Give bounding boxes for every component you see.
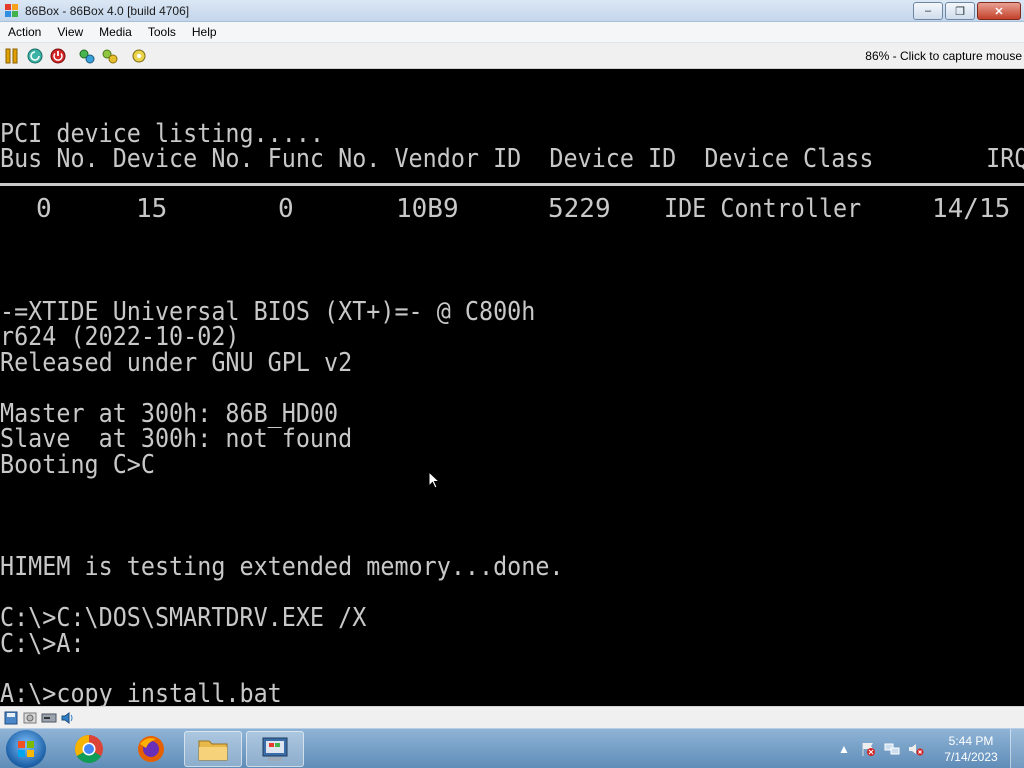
pci-table-header: Bus No. Device No. Func No. Vendor ID De…	[0, 144, 1024, 174]
copy-command-line: A:\>copy install.bat	[0, 679, 282, 706]
windows-logo-icon	[18, 741, 34, 757]
start-button[interactable]	[6, 730, 46, 768]
restore-button[interactable]: ❐	[945, 2, 975, 20]
ctrl-alt-del-button[interactable]	[76, 45, 98, 67]
power-icon	[50, 48, 66, 63]
pci-vendor-id: 10B9	[396, 194, 459, 224]
chrome-icon	[75, 735, 103, 763]
hard-disk-icon[interactable]	[41, 710, 57, 726]
action-center-flag-icon[interactable]	[859, 740, 877, 758]
menu-action[interactable]: Action	[0, 25, 49, 39]
pause-icon	[5, 48, 18, 63]
ctrl-alt-esc-button[interactable]	[99, 45, 121, 67]
reset-icon	[27, 48, 43, 63]
pci-table-divider	[0, 183, 1024, 186]
pci-device-id: 5229	[548, 194, 611, 224]
menu-tools[interactable]: Tools	[140, 25, 184, 39]
close-button[interactable]: ✕	[977, 2, 1021, 20]
pci-bus-no: 0	[36, 194, 52, 224]
taskbar-86box[interactable]	[246, 731, 304, 767]
minimize-button[interactable]: –	[913, 2, 943, 20]
himem-line: HIMEM is testing extended memory...done.	[0, 552, 564, 582]
hard-reset-button[interactable]	[24, 45, 46, 67]
86box-app-icon	[5, 3, 19, 18]
pause-button[interactable]	[1, 45, 23, 67]
show-desktop-button[interactable]	[1010, 729, 1024, 768]
pci-device-no: 15	[136, 194, 168, 224]
window-title: 86Box - 86Box 4.0 [build 4706]	[25, 3, 190, 18]
clock-date: 7/14/2023	[944, 750, 998, 764]
mouse-pointer-icon	[428, 471, 440, 489]
show-hidden-icons-button[interactable]: ▲	[835, 740, 853, 758]
taskbar-clock[interactable]: 5:44 PM 7/14/2023	[932, 733, 1010, 765]
settings-gears-icon	[79, 49, 95, 63]
booting-line: Booting C>C	[0, 450, 155, 480]
toolbar: 86% - Click to capture mouse	[0, 43, 1024, 69]
floppy-drive-icon[interactable]	[3, 710, 19, 726]
menu-media[interactable]: Media	[91, 25, 140, 39]
emulator-screen[interactable]: PCI device listing..... Bus No. Device N…	[0, 69, 1024, 706]
pci-irq: 14/15	[932, 194, 1011, 224]
taskbar-firefox[interactable]	[122, 731, 180, 767]
window-titlebar[interactable]: 86Box - 86Box 4.0 [build 4706] – ❐ ✕	[0, 0, 1024, 22]
menu-help[interactable]: Help	[184, 25, 225, 39]
mouse-capture-status: 86% - Click to capture mouse	[865, 49, 1022, 63]
settings-button[interactable]	[128, 45, 150, 67]
emulator-statusbar	[0, 706, 1024, 728]
gears-icon	[102, 49, 118, 63]
network-icon[interactable]	[883, 740, 901, 758]
folder-icon	[198, 740, 228, 761]
system-tray: ▲ 5:44 PM 7/14/2023	[832, 729, 1024, 768]
windows-taskbar: ▲ 5:44 PM 7/14/2023	[0, 728, 1024, 768]
firefox-icon	[138, 736, 164, 762]
taskbar-chrome[interactable]	[60, 731, 118, 767]
menu-bar: Action View Media Tools Help	[0, 22, 1024, 43]
cdrom-drive-icon[interactable]	[22, 710, 38, 726]
volume-muted-icon[interactable]	[907, 740, 925, 758]
change-drive-line: C:\>A:	[0, 629, 85, 659]
pci-device-class: IDE Controller	[664, 194, 862, 224]
menu-view[interactable]: View	[49, 25, 91, 39]
power-button[interactable]	[47, 45, 69, 67]
pci-func-no: 0	[278, 194, 294, 224]
gear-icon	[132, 49, 146, 62]
86box-taskbar-icon	[262, 737, 288, 761]
xtide-license: Released under GNU GPL v2	[0, 348, 353, 378]
clock-time: 5:44 PM	[948, 734, 994, 748]
sound-icon[interactable]	[60, 710, 76, 726]
taskbar-explorer[interactable]	[184, 731, 242, 767]
